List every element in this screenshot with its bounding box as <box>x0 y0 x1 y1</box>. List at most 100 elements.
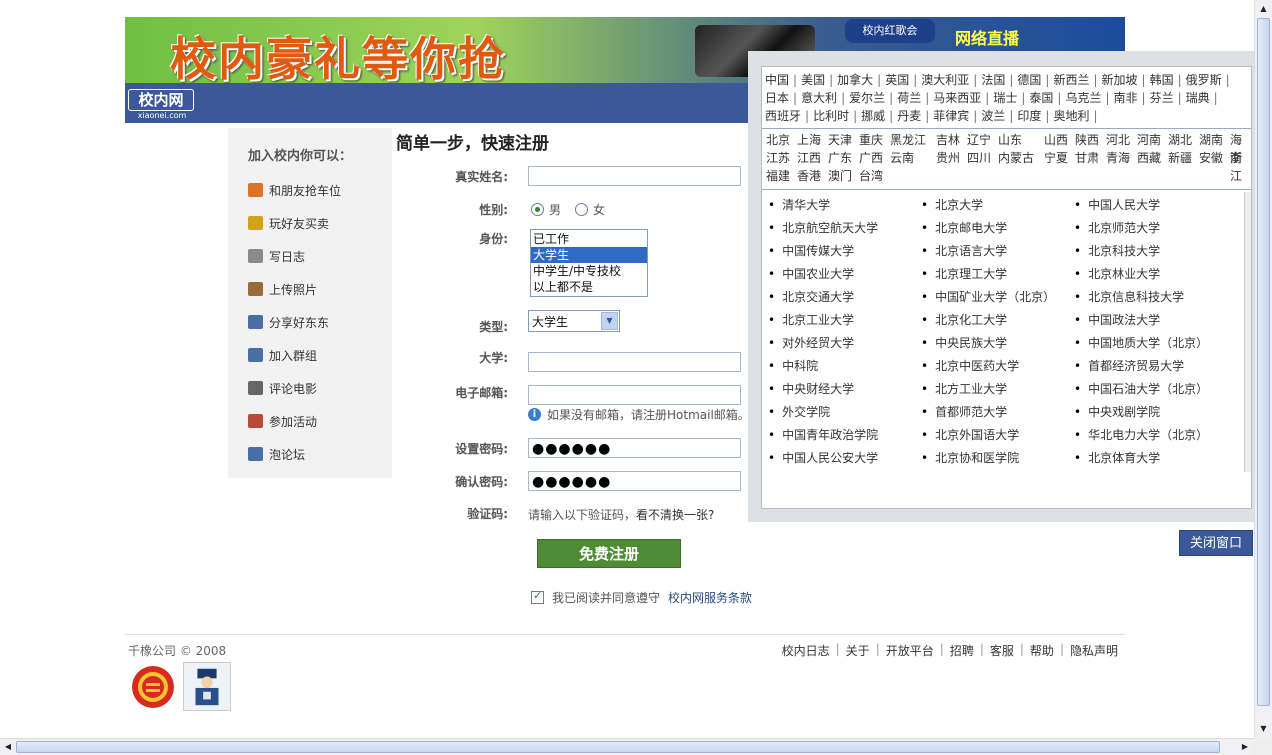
cyber-police-icon[interactable] <box>183 662 231 711</box>
country-link[interactable]: 澳大利亚 <box>921 73 969 87</box>
province-link[interactable]: 贵州 <box>936 149 960 167</box>
scroll-down-icon[interactable]: ▼ <box>1257 721 1270 736</box>
university-link[interactable]: 北京工业大学 <box>768 309 854 332</box>
university-link[interactable]: 北京化工大学 <box>921 309 1007 332</box>
province-link[interactable]: 河北 <box>1106 131 1130 149</box>
gender-female-radio[interactable] <box>575 203 589 216</box>
country-link[interactable]: 挪威 <box>861 109 885 123</box>
province-link[interactable]: 辽宁 <box>967 131 991 149</box>
sidebar-item[interactable]: 泡论坛 <box>248 447 341 480</box>
identity-option[interactable]: 以上都不是 <box>531 279 647 295</box>
email-input[interactable] <box>528 385 741 405</box>
province-link[interactable]: 青海 <box>1106 149 1130 167</box>
identity-option[interactable]: 已工作 <box>531 231 647 247</box>
scroll-up-icon[interactable]: ▲ <box>1257 1 1270 16</box>
province-link[interactable]: 内蒙古 <box>998 149 1034 167</box>
university-link[interactable]: 北京大学 <box>921 194 983 217</box>
country-link[interactable]: 韩国 <box>1150 73 1174 87</box>
country-link[interactable]: 新西兰 <box>1053 73 1089 87</box>
identity-listbox[interactable]: 已工作 大学生 中学生/中专技校 以上都不是 <box>530 229 648 297</box>
gender-male-radio[interactable] <box>531 203 544 216</box>
university-link[interactable]: 北京信息科技大学 <box>1074 286 1184 309</box>
university-input[interactable] <box>528 352 741 372</box>
country-link[interactable]: 乌克兰 <box>1065 91 1101 105</box>
country-link[interactable]: 菲律宾 <box>933 109 969 123</box>
university-link[interactable]: 北方工业大学 <box>921 378 1007 401</box>
province-link[interactable]: 澳门 <box>828 167 852 185</box>
vertical-scrollbar[interactable]: ▲ ▼ <box>1254 0 1272 738</box>
country-link[interactable]: 中国 <box>765 73 789 87</box>
country-link[interactable]: 比利时 <box>813 109 849 123</box>
university-link[interactable]: 中央财经大学 <box>768 378 854 401</box>
university-link[interactable]: 中国人民大学 <box>1074 194 1160 217</box>
university-link[interactable]: 中国政法大学 <box>1074 309 1160 332</box>
university-link[interactable]: 北京体育大学 <box>1074 447 1160 470</box>
province-link[interactable]: 河南 <box>1137 131 1161 149</box>
province-link[interactable]: 吉林 <box>936 131 960 149</box>
identity-option[interactable]: 大学生 <box>531 247 647 263</box>
province-link[interactable]: 江西 <box>797 149 821 167</box>
university-link[interactable]: 北京协和医学院 <box>921 447 1019 470</box>
university-link[interactable]: 中央戏剧学院 <box>1074 401 1160 424</box>
country-link[interactable]: 瑞士 <box>993 91 1017 105</box>
university-link[interactable]: 清华大学 <box>768 194 830 217</box>
vertical-scroll-thumb[interactable] <box>1257 18 1270 706</box>
province-link[interactable]: 广西 <box>859 149 883 167</box>
sidebar-item[interactable]: 上传照片 <box>248 282 341 315</box>
university-link[interactable]: 华北电力大学（北京） <box>1074 424 1208 447</box>
site-logo[interactable]: 校内网 xiaonei.com <box>128 89 196 120</box>
university-link[interactable]: 北京科技大学 <box>1074 240 1160 263</box>
province-link[interactable]: 宁夏 <box>1044 149 1068 167</box>
country-link[interactable]: 西班牙 <box>765 109 801 123</box>
sidebar-item[interactable]: 玩好友买卖 <box>248 216 341 249</box>
university-link[interactable]: 中科院 <box>768 355 818 378</box>
country-link[interactable]: 荷兰 <box>897 91 921 105</box>
province-link[interactable]: 上海 <box>797 131 821 149</box>
sidebar-item[interactable]: 写日志 <box>248 249 341 282</box>
country-link[interactable]: 奥地利 <box>1053 109 1089 123</box>
country-link[interactable]: 波兰 <box>981 109 1005 123</box>
country-link[interactable]: 美国 <box>801 73 825 87</box>
university-link[interactable]: 首都师范大学 <box>921 401 1007 424</box>
university-link[interactable]: 中国地质大学（北京） <box>1074 332 1208 355</box>
university-link[interactable]: 北京中医药大学 <box>921 355 1019 378</box>
confirm-password-input[interactable]: ●●●●●● <box>528 471 741 491</box>
country-link[interactable]: 南非 <box>1114 91 1138 105</box>
country-link[interactable]: 法国 <box>981 73 1005 87</box>
province-link[interactable]: 甘肃 <box>1075 149 1099 167</box>
footer-link[interactable]: 客服 <box>990 642 1014 659</box>
country-link[interactable]: 德国 <box>1017 73 1041 87</box>
name-input[interactable] <box>528 166 741 186</box>
police-badge-icon[interactable] <box>131 665 175 709</box>
sidebar-item[interactable]: 评论电影 <box>248 381 341 414</box>
university-link[interactable]: 北京交通大学 <box>768 286 854 309</box>
university-link[interactable]: 中国传媒大学 <box>768 240 854 263</box>
country-link[interactable]: 英国 <box>885 73 909 87</box>
university-link[interactable]: 对外经贸大学 <box>768 332 854 355</box>
province-link[interactable]: 湖北 <box>1168 131 1192 149</box>
province-link[interactable]: 四川 <box>967 149 991 167</box>
footer-link[interactable]: 关于 <box>846 642 870 659</box>
university-link[interactable]: 北京外国语大学 <box>921 424 1019 447</box>
type-select[interactable]: 大学生 ▼ <box>528 310 620 332</box>
province-link[interactable]: 天津 <box>828 131 852 149</box>
university-link[interactable]: 中国石油大学（北京） <box>1074 378 1208 401</box>
country-link[interactable]: 瑞典 <box>1186 91 1210 105</box>
terms-link[interactable]: 校内网服务条款 <box>668 589 752 606</box>
close-window-button[interactable]: 关闭窗口 <box>1179 530 1253 556</box>
scroll-right-icon[interactable]: ▶ <box>1238 740 1252 754</box>
footer-link[interactable]: 招聘 <box>950 642 974 659</box>
province-link[interactable]: 山东 <box>998 131 1022 149</box>
country-link[interactable]: 日本 <box>765 91 789 105</box>
footer-link[interactable]: 帮助 <box>1030 642 1054 659</box>
province-link[interactable]: 香港 <box>797 167 821 185</box>
captcha-refresh-link[interactable]: 看不清换一张? <box>636 508 714 522</box>
agree-checkbox[interactable] <box>531 589 544 604</box>
province-link[interactable]: 云南 <box>890 149 914 167</box>
country-link[interactable]: 俄罗斯 <box>1186 73 1222 87</box>
sidebar-item[interactable]: 和朋友抢车位 <box>248 183 341 216</box>
sidebar-item[interactable]: 加入群组 <box>248 348 341 381</box>
university-link[interactable]: 中国矿业大学（北京） <box>921 286 1055 309</box>
province-link[interactable]: 福建 <box>766 167 790 185</box>
country-link[interactable]: 丹麦 <box>897 109 921 123</box>
